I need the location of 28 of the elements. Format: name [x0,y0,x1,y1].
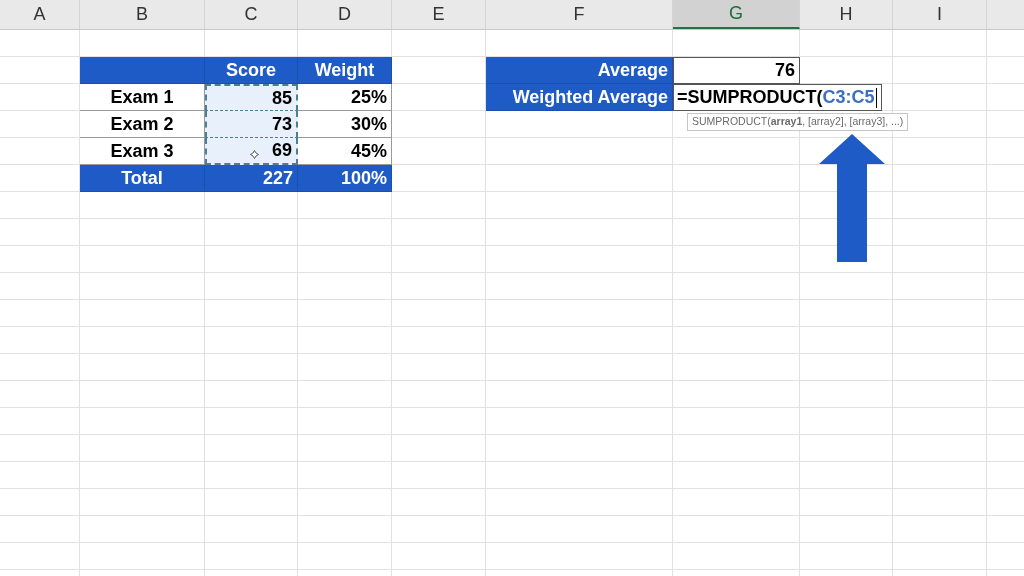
summary-label: Weighted Average [486,84,673,111]
total-cell: 100% [298,165,392,192]
column-title: Score [205,57,298,84]
weight-cell: 25% [298,84,392,111]
column-header[interactable]: A [0,0,80,29]
score-cell: 73 [205,111,298,138]
formula-input[interactable]: =SUMPRODUCT(C3:C5 [673,84,882,111]
column-title: Weight [298,57,392,84]
function-tooltip: SUMPRODUCT(array1, [array2], [array3], ...) [687,113,909,131]
column-header[interactable]: E [392,0,486,29]
weight-cell: 45% [298,138,392,165]
total-cell: 227 [205,165,298,192]
column-header[interactable]: G [673,0,800,29]
score-cell: 69 [205,138,298,165]
weight-cell: 30% [298,111,392,138]
column-header[interactable]: H [800,0,893,29]
score-cell: 85 [205,84,298,111]
total-label: Total [80,165,205,192]
row-label: Exam 2 [80,111,205,138]
column-header[interactable]: D [298,0,392,29]
move-cursor-icon [250,150,259,159]
row-label: Exam 1 [80,84,205,111]
column-header[interactable]: B [80,0,205,29]
summary-label: Average [486,57,673,84]
row-label: Exam 3 [80,138,205,165]
summary-value: 76 [673,57,800,84]
column-header[interactable]: C [205,0,298,29]
column-header[interactable]: I [893,0,987,29]
